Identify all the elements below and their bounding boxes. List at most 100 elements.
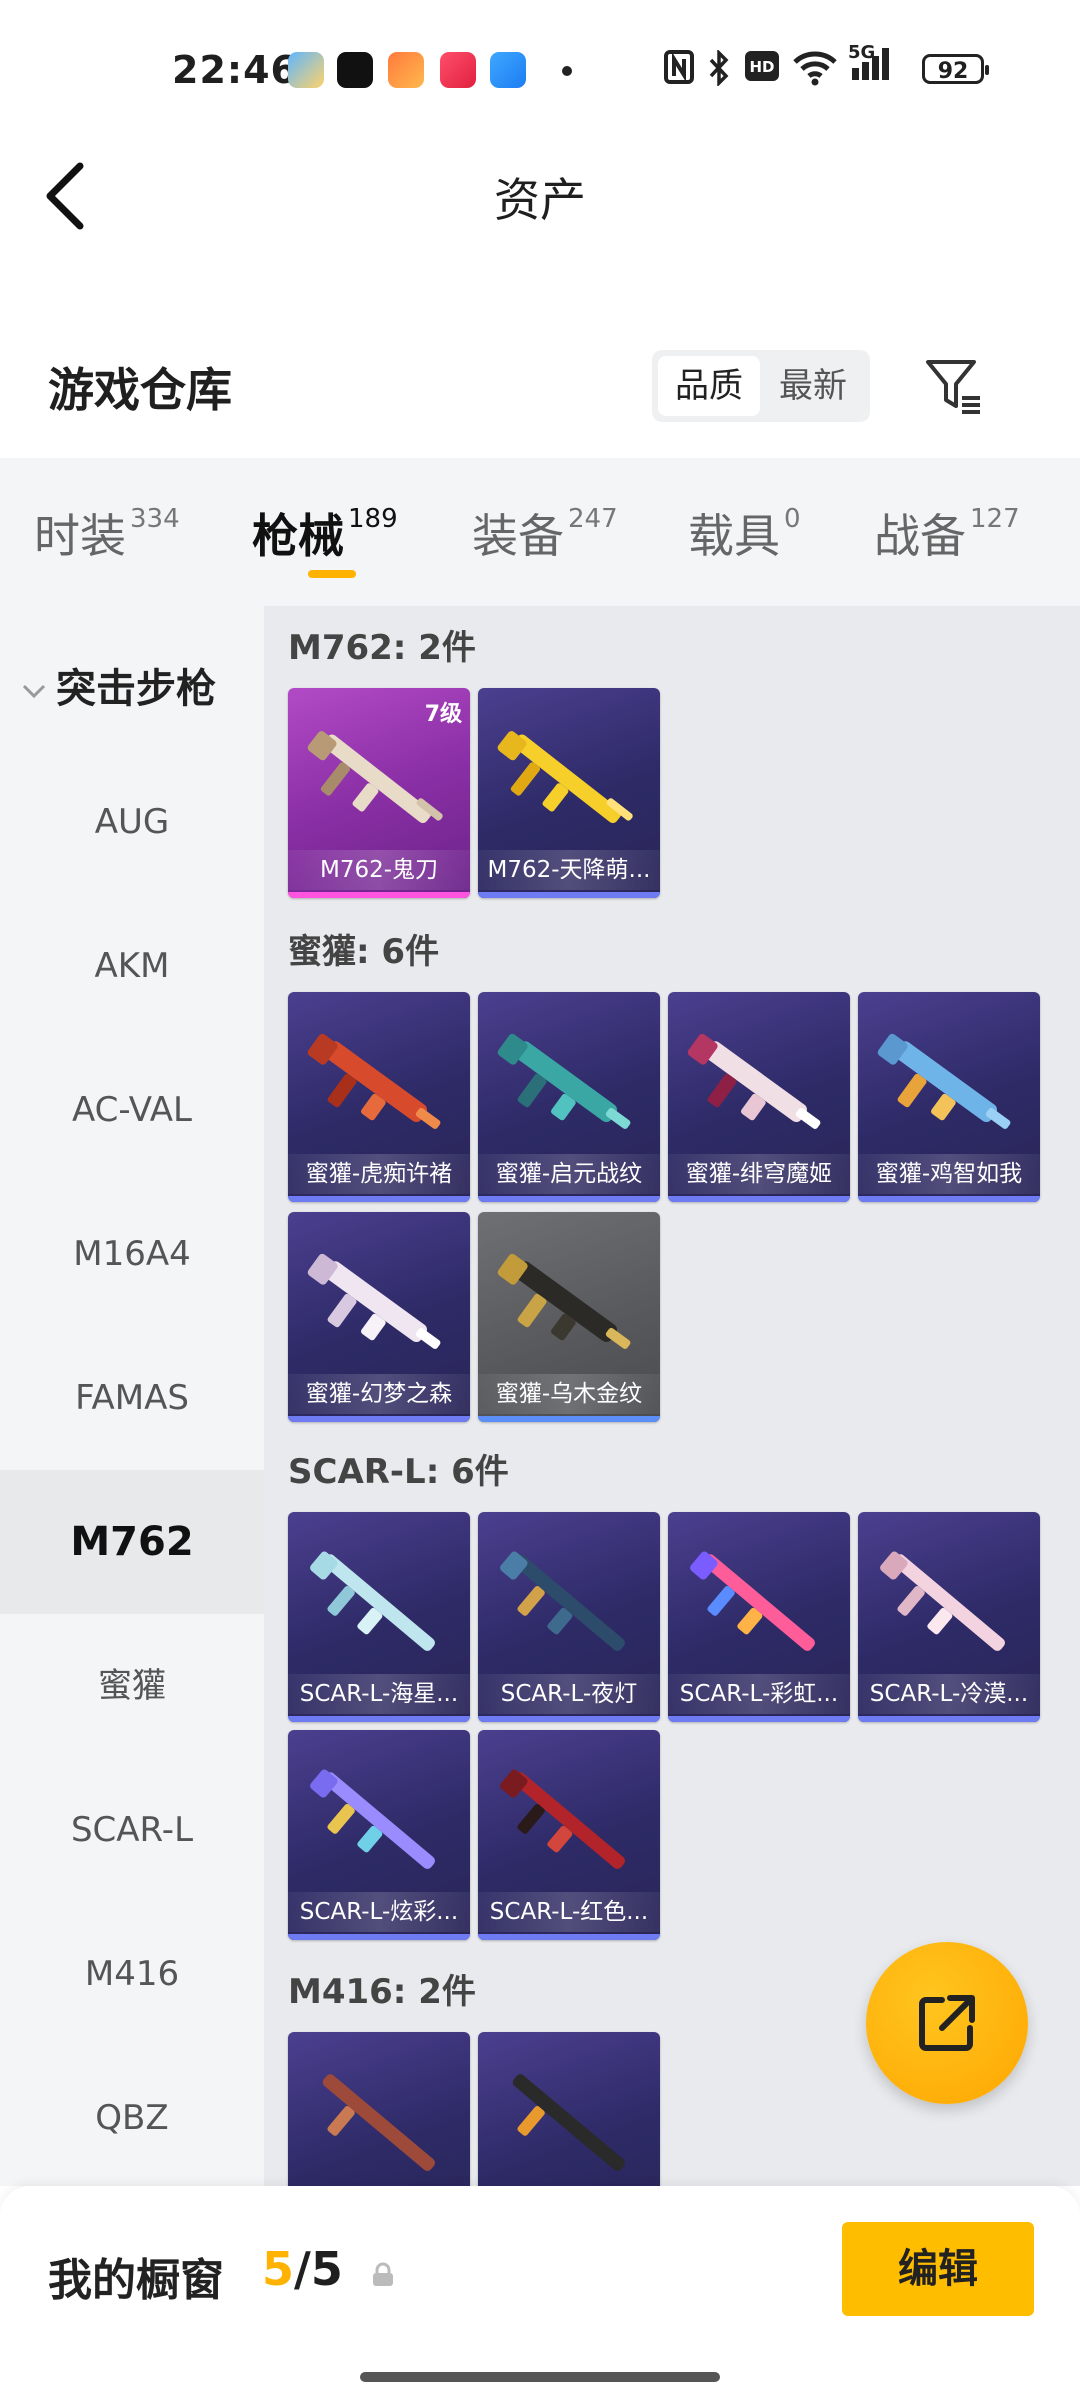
smg-icon — [497, 1253, 631, 1349]
weapon-card[interactable]: 蜜獾-启元战纹 — [478, 992, 660, 1202]
tab-weapons[interactable]: 枪械 189 — [252, 500, 398, 566]
weapon-name: 蜜獾-虎痴许褚 — [288, 1154, 470, 1194]
smg-icon — [307, 1253, 441, 1349]
lock-icon — [373, 2262, 393, 2286]
sidebar-category-label: 突击步枪 — [56, 666, 216, 712]
rarity-bar — [478, 1196, 660, 1202]
weapon-name: 蜜獾-鸡智如我 — [858, 1154, 1040, 1194]
rifle-icon — [307, 731, 443, 824]
rifle-icon — [497, 731, 633, 824]
showcase-separator: / — [294, 2242, 311, 2296]
weapon-card[interactable]: 蜜獾-鸡智如我 — [858, 992, 1040, 1202]
rarity-bar — [288, 1196, 470, 1202]
sidebar-item-ac-val[interactable]: AC-VAL — [0, 1038, 264, 1182]
status-time: 22:46 — [172, 48, 298, 92]
rifle-icon — [310, 1769, 435, 1869]
weapon-card[interactable]: SCAR-L-红色... — [478, 1730, 660, 1940]
filter-button[interactable] — [922, 354, 986, 418]
filter-icon — [926, 360, 980, 414]
svg-text:HD: HD — [749, 58, 774, 76]
rifle-icon — [322, 2074, 435, 2171]
tab-count: 0 — [784, 504, 801, 534]
weapon-card[interactable]: SCAR-L-冷漠... — [858, 1512, 1040, 1722]
weapon-name: SCAR-L-海星... — [288, 1674, 470, 1714]
group-title-m762: M762: 2件 — [288, 628, 476, 668]
weapon-name: 蜜獾-乌木金纹 — [478, 1374, 660, 1414]
smg-icon — [307, 1033, 441, 1129]
rifle-icon — [500, 1769, 625, 1869]
files-app-icon — [490, 52, 526, 88]
bluetooth-icon — [709, 50, 729, 86]
weapon-card[interactable]: SCAR-L-海星... — [288, 1512, 470, 1722]
sidebar-item-scar-l[interactable]: SCAR-L — [0, 1758, 264, 1902]
weapon-card[interactable]: 蜜獾-虎痴许褚 — [288, 992, 470, 1202]
home-indicator[interactable] — [360, 2372, 720, 2382]
weapon-card[interactable]: SCAR-L-炫彩... — [288, 1730, 470, 1940]
group-title-honey-badger: 蜜獾: 6件 — [288, 932, 440, 972]
warehouse-header: 游戏仓库 品质 最新 — [0, 340, 1080, 440]
sort-by-newest[interactable]: 最新 — [762, 356, 864, 416]
tab-label: 枪械 — [252, 509, 344, 563]
rarity-bar — [288, 892, 470, 898]
rifle-icon — [310, 1551, 435, 1651]
rarity-bar — [478, 892, 660, 898]
weapon-name: 蜜獾-幻梦之森 — [288, 1374, 470, 1414]
sidebar-item-m416[interactable]: M416 — [0, 1902, 264, 2046]
weapon-name: SCAR-L-冷漠... — [858, 1674, 1040, 1714]
sidebar-item-m762[interactable]: M762 — [0, 1470, 264, 1614]
smg-icon — [877, 1033, 1011, 1129]
tiktok-app-icon — [337, 52, 373, 88]
weapon-name: 蜜獾-启元战纹 — [478, 1154, 660, 1194]
rarity-bar — [858, 1196, 1040, 1202]
game-app-icon — [388, 52, 424, 88]
rarity-bar — [288, 1934, 470, 1940]
tab-vehicles[interactable]: 载具 0 — [688, 500, 801, 566]
group-title-m416: M416: 2件 — [288, 1972, 476, 2012]
tab-outfits[interactable]: 时装 334 — [34, 500, 180, 566]
weapon-card[interactable]: 7级 M762-鬼刀 — [288, 688, 470, 898]
weapon-name: SCAR-L-红色... — [478, 1892, 660, 1932]
status-bar: 22:46 HD 5G 92 — [0, 0, 1080, 140]
weapon-card[interactable] — [288, 2032, 470, 2186]
rarity-bar — [288, 1716, 470, 1722]
page-title: 资产 — [494, 173, 586, 227]
rifle-icon — [500, 1551, 625, 1651]
rarity-bar — [858, 1716, 1040, 1722]
sidebar-category-assault-rifle[interactable]: 突击步枪 — [20, 656, 216, 714]
tab-label: 装备 — [472, 509, 564, 563]
wifi-icon — [793, 51, 837, 86]
weapon-card[interactable]: 蜜獾-乌木金纹 — [478, 1212, 660, 1422]
rarity-bar — [668, 1716, 850, 1722]
weapon-card[interactable]: 蜜獾-幻梦之森 — [288, 1212, 470, 1422]
showcase-bar: 我的橱窗 5/5 编辑 — [0, 2186, 1080, 2400]
sidebar-item-honey-badger[interactable]: 蜜獾 — [0, 1614, 264, 1758]
weapon-card[interactable]: 蜜獾-绯穹魔姬 — [668, 992, 850, 1202]
weapon-type-sidebar: 突击步枪 AUG AKM AC-VAL M16A4 FAMAS M762 蜜獾 … — [0, 606, 264, 2186]
weapon-card[interactable]: SCAR-L-夜灯 — [478, 1512, 660, 1722]
nfc-icon — [664, 50, 694, 84]
tab-label: 时装 — [34, 509, 126, 563]
battery-indicator: 92 — [922, 54, 989, 84]
edit-showcase-button[interactable]: 编辑 — [842, 2222, 1034, 2316]
smg-icon — [497, 1033, 631, 1129]
share-icon — [919, 1995, 975, 2051]
sidebar-item-m16a4[interactable]: M16A4 — [0, 1182, 264, 1326]
group-title-scar-l: SCAR-L: 6件 — [288, 1452, 509, 1492]
sidebar-item-akm[interactable]: AKM — [0, 894, 264, 1038]
rarity-bar — [478, 1716, 660, 1722]
title-bar: 资产 — [0, 140, 1080, 250]
weapon-card[interactable]: SCAR-L-彩虹... — [668, 1512, 850, 1722]
weapon-name: SCAR-L-彩虹... — [668, 1674, 850, 1714]
rarity-bar — [288, 1416, 470, 1422]
tab-equipment[interactable]: 装备 247 — [472, 500, 618, 566]
sidebar-item-famas[interactable]: FAMAS — [0, 1326, 264, 1470]
weapon-card[interactable] — [478, 2032, 660, 2186]
tab-label: 战备 — [874, 509, 966, 563]
tab-supplies[interactable]: 战备 127 — [874, 500, 1020, 566]
share-button[interactable] — [866, 1942, 1028, 2104]
sidebar-item-qbz[interactable]: QBZ — [0, 2046, 264, 2190]
weapon-card[interactable]: M762-天降萌... — [478, 688, 660, 898]
sort-by-quality[interactable]: 品质 — [658, 356, 760, 416]
sort-toggle: 品质 最新 — [652, 350, 870, 422]
sidebar-item-aug[interactable]: AUG — [0, 750, 264, 894]
